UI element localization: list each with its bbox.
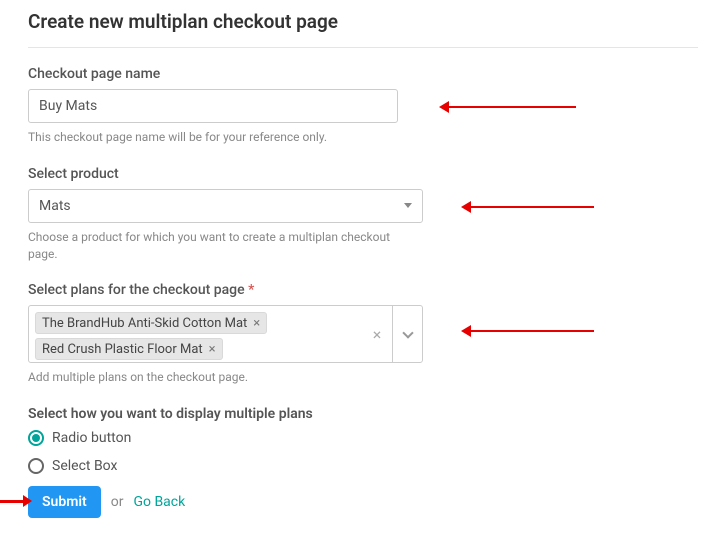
or-text: or: [111, 494, 124, 510]
select-product[interactable]: Mats: [28, 189, 423, 223]
multiselect-plans[interactable]: The BrandHub Anti-Skid Cotton Mat × Red …: [28, 305, 423, 363]
multiselect-tags: The BrandHub Anti-Skid Cotton Mat × Red …: [29, 306, 362, 362]
input-checkout-name[interactable]: [28, 89, 398, 123]
label-plans-text: Select plans for the checkout page: [28, 282, 245, 298]
radio-label: Select Box: [52, 458, 117, 474]
chevron-down-icon: [402, 327, 413, 338]
radio-icon: [28, 430, 44, 446]
help-plans: Add multiple plans on the checkout page.: [28, 369, 698, 386]
help-product: Choose a product for which you want to c…: [28, 229, 408, 263]
plan-tag: Red Crush Plastic Floor Mat ×: [35, 338, 223, 360]
label-checkout-name: Checkout page name: [28, 66, 698, 82]
field-product: Select product Mats Choose a product for…: [28, 166, 698, 263]
field-plans: Select plans for the checkout page * The…: [28, 282, 698, 386]
plan-tag-label: The BrandHub Anti-Skid Cotton Mat: [42, 316, 247, 331]
multiselect-toggle[interactable]: [392, 306, 422, 362]
label-product: Select product: [28, 166, 698, 182]
radio-option-radio-button[interactable]: Radio button: [28, 430, 698, 446]
radio-label: Radio button: [52, 430, 131, 446]
plan-tag-label: Red Crush Plastic Floor Mat: [42, 342, 203, 357]
select-product-value: Mats: [39, 198, 71, 214]
clear-all-icon[interactable]: ×: [362, 306, 392, 362]
field-display: Select how you want to display multiple …: [28, 406, 698, 474]
submit-button[interactable]: Submit: [28, 486, 101, 518]
help-checkout-name: This checkout page name will be for your…: [28, 129, 698, 146]
page-title: Create new multiplan checkout page: [28, 10, 698, 33]
plan-tag: The BrandHub Anti-Skid Cotton Mat ×: [35, 312, 267, 334]
actions-row: Submit or Go Back: [28, 486, 698, 518]
caret-down-icon: [404, 203, 412, 208]
remove-tag-icon[interactable]: ×: [253, 317, 260, 330]
divider: [28, 47, 698, 48]
label-display: Select how you want to display multiple …: [28, 406, 698, 422]
remove-tag-icon[interactable]: ×: [209, 343, 216, 356]
annotation-arrow: [470, 330, 594, 332]
label-plans: Select plans for the checkout page *: [28, 282, 698, 298]
annotation-arrow: [0, 500, 24, 503]
go-back-link[interactable]: Go Back: [133, 494, 185, 510]
required-mark: *: [248, 282, 254, 298]
field-checkout-name: Checkout page name This checkout page na…: [28, 66, 698, 146]
annotation-arrow: [448, 106, 576, 108]
annotation-arrow: [470, 206, 594, 208]
radio-icon: [28, 458, 44, 474]
radio-option-select-box[interactable]: Select Box: [28, 458, 698, 474]
